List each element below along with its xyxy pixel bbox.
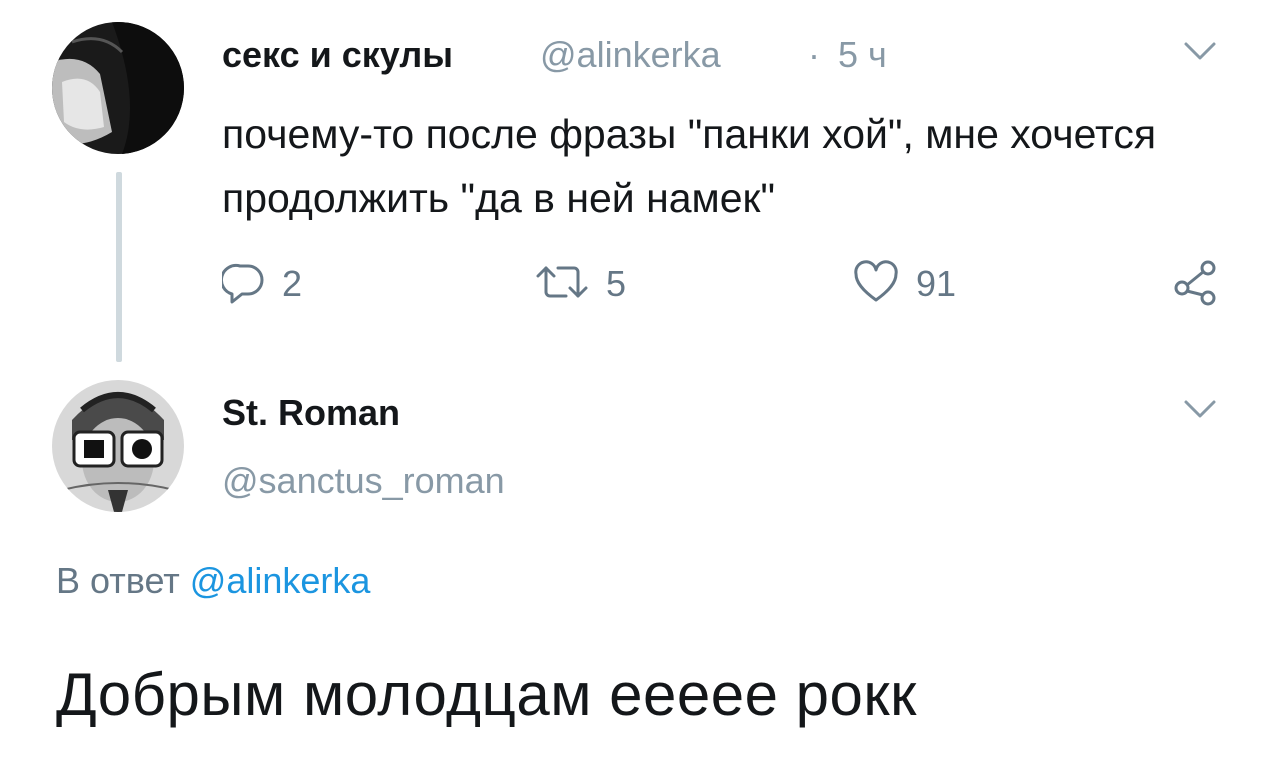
like-icon — [852, 259, 900, 309]
reply-button[interactable]: 2 — [219, 256, 303, 312]
reply-prefix: В ответ — [56, 560, 180, 601]
avatar[interactable] — [52, 22, 184, 154]
reply-context: В ответ @alinkerka — [56, 560, 370, 602]
separator: · — [808, 34, 820, 75]
chevron-down-icon[interactable] — [1180, 36, 1220, 66]
author-handle[interactable]: @alinkerka — [540, 34, 721, 76]
author-handle[interactable]: @sanctus_roman — [222, 460, 505, 502]
tweet-text: почему-то после фразы "панки хой", мне х… — [222, 111, 1157, 221]
chevron-down-icon[interactable] — [1180, 394, 1220, 424]
timestamp[interactable]: 5 ч — [838, 34, 887, 76]
like-button[interactable]: 91 — [852, 256, 956, 312]
reply-count: 2 — [282, 263, 303, 304]
thread-connector — [116, 172, 122, 362]
avatar[interactable] — [52, 380, 184, 512]
retweet-icon — [534, 260, 590, 309]
retweet-count: 5 — [606, 263, 627, 304]
retweet-button[interactable]: 5 — [534, 256, 626, 312]
reply-icon — [219, 260, 266, 309]
share-icon — [1168, 254, 1224, 315]
reply-mention-link[interactable]: @alinkerka — [190, 560, 371, 601]
author-name[interactable]: секс и скулы — [222, 34, 453, 76]
tweet-thread: секс и скулы @alinkerka · 5 ч почему-то … — [0, 0, 1280, 769]
tweet-text: Добрым молодцам еееее рокк — [56, 661, 917, 728]
like-count: 91 — [916, 263, 957, 304]
share-button[interactable] — [1168, 256, 1224, 312]
author-name[interactable]: St. Roman — [222, 392, 400, 434]
